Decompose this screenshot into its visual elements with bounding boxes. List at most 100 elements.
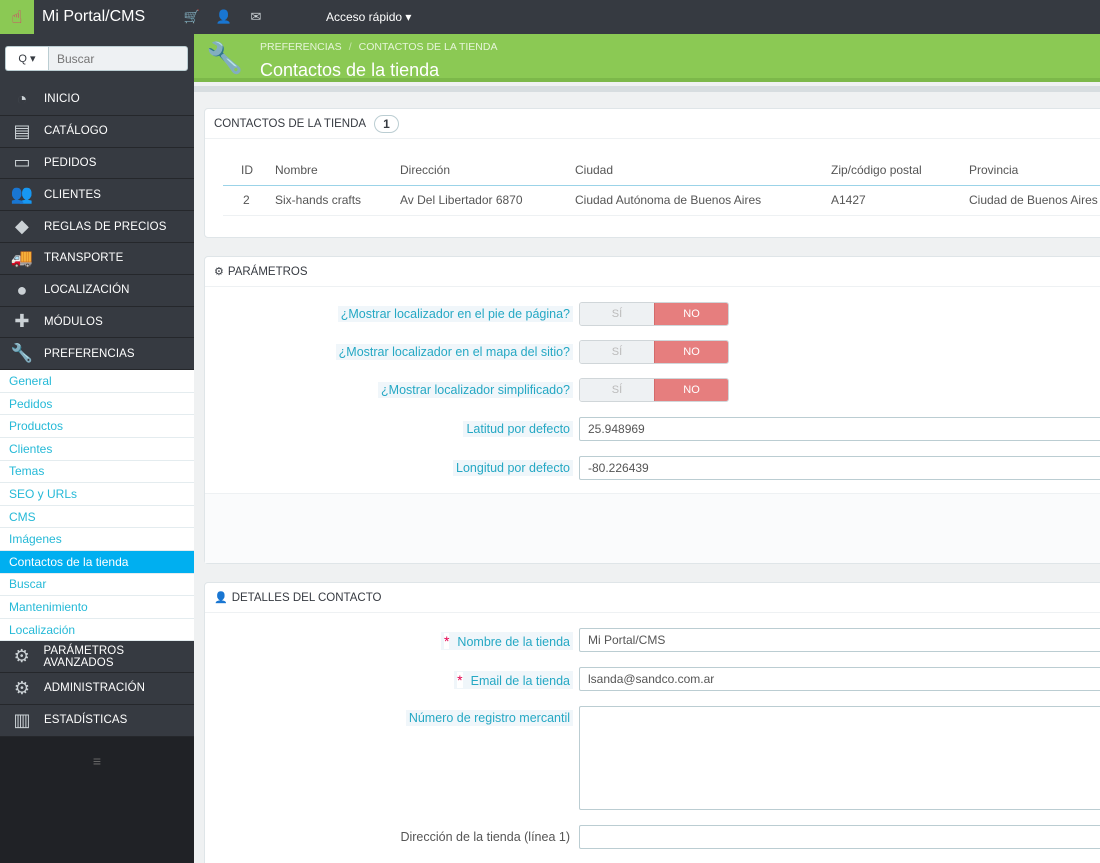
required-mark: *	[443, 633, 450, 649]
toggle-yes[interactable]: SÍ	[580, 379, 654, 401]
hand-pointer-icon: ☝	[11, 6, 23, 27]
toggle-yes[interactable]: SÍ	[580, 303, 654, 325]
nav-item-catalogo[interactable]: ▤ CATÁLOGO	[0, 115, 194, 148]
bar-chart-icon: ▥	[13, 709, 31, 730]
sitemap-locator-label: ¿Mostrar localizador en el mapa del siti…	[335, 344, 573, 360]
column-header-id[interactable]: ID	[223, 155, 275, 186]
submenu-item-pedidos[interactable]: Pedidos	[0, 393, 194, 416]
quick-access-dropdown[interactable]: Acceso rápido ▾	[326, 10, 411, 24]
submenu-item-mantenimiento[interactable]: Mantenimiento	[0, 596, 194, 619]
shop-email-input[interactable]: lsanda@sandco.com.ar	[579, 667, 1100, 691]
preferencias-submenu: General Pedidos Productos Clientes Temas…	[0, 370, 194, 642]
form-row-shop-name: * Nombre de la tienda Mi Portal/CMS	[205, 628, 1100, 652]
wrench-icon: 🔧	[206, 42, 244, 75]
search-type-button[interactable]: Q ▾	[5, 46, 48, 71]
nav-item-parametros-avanzados[interactable]: ⚙ PARÁMETROS AVANZADOS	[0, 641, 194, 674]
longitude-input[interactable]: -80.226439	[579, 456, 1100, 480]
dashboard-icon: ◔	[16, 88, 28, 109]
column-header-direccion[interactable]: Dirección	[400, 155, 575, 186]
contact-details-panel-title: DETALLES DEL CONTACTO	[231, 591, 382, 604]
column-header-nombre[interactable]: Nombre	[275, 155, 400, 186]
parameters-panel-title: PARÁMETROS	[227, 265, 308, 278]
wrench-icon: 🔧	[10, 343, 34, 364]
table-row[interactable]: 2 Six-hands crafts Av Del Libertador 687…	[223, 185, 1100, 216]
contacts-table: ID Nombre Dirección Ciudad Zip/código po…	[223, 155, 1100, 216]
top-bar: ☝ Mi Portal/CMS 🛒 👤 ✉ Acceso rápido ▾	[0, 0, 1100, 34]
submenu-item-seo-urls[interactable]: SEO y URLs	[0, 483, 194, 506]
envelope-icon[interactable]: ✉	[240, 9, 272, 25]
sitemap-locator-toggle[interactable]: SÍ NO	[579, 340, 729, 364]
simplified-locator-toggle[interactable]: SÍ NO	[579, 378, 729, 402]
form-row-shop-email: * Email de la tienda lsanda@sandco.com.ar	[205, 667, 1100, 691]
logo[interactable]: ☝	[0, 0, 34, 34]
nav-item-estadisticas[interactable]: ▥ ESTADÍSTICAS	[0, 704, 194, 737]
contact-details-panel-heading: 👤 DETALLES DEL CONTACTO	[205, 583, 1100, 613]
form-row-simplified-locator: ¿Mostrar localizador simplificado? SÍ NO	[205, 378, 1100, 402]
toggle-no[interactable]: NO	[654, 379, 728, 401]
collapse-menu-icon[interactable]: ≡	[0, 753, 194, 769]
nav-item-clientes[interactable]: 👥 CLIENTES	[0, 179, 194, 212]
user-icon: 👤	[214, 592, 228, 604]
user-icon[interactable]: 👤	[208, 9, 240, 25]
sidebar-search: Q ▾	[0, 34, 194, 84]
cell-zip: A1427	[831, 185, 969, 216]
submenu-item-localizacion[interactable]: Localización	[0, 619, 194, 642]
footer-locator-toggle[interactable]: SÍ NO	[579, 302, 729, 326]
header-divider	[194, 86, 1100, 92]
nav-item-preferencias[interactable]: 🔧 PREFERENCIAS	[0, 338, 194, 371]
submenu-item-contactos[interactable]: Contactos de la tienda	[0, 550, 194, 574]
toggle-yes[interactable]: SÍ	[580, 341, 654, 363]
credit-card-icon: ▭	[13, 152, 31, 173]
address1-input[interactable]	[579, 825, 1100, 849]
cart-icon[interactable]: 🛒	[176, 9, 208, 25]
page-header: 🔧 PREFERENCIAS / CONTACTOS DE LA TIENDA Co…	[194, 34, 1100, 82]
shop-name-input[interactable]: Mi Portal/CMS	[579, 628, 1100, 652]
submenu-item-clientes[interactable]: Clientes	[0, 438, 194, 461]
latitude-label: Latitud por defecto	[463, 421, 573, 437]
nav-item-administracion[interactable]: ⚙ ADMINISTRACIÓN	[0, 673, 194, 705]
truck-icon: 🚚	[10, 247, 34, 268]
form-row-footer-locator: ¿Mostrar localizador en el pie de página…	[205, 302, 1100, 326]
breadcrumb-preferencias[interactable]: PREFERENCIAS	[260, 41, 342, 53]
registration-textarea[interactable]	[579, 706, 1100, 810]
column-header-provincia[interactable]: Provincia	[969, 155, 1100, 186]
tags-icon: ◆	[15, 216, 29, 237]
required-mark: *	[457, 672, 463, 688]
toggle-no[interactable]: NO	[654, 303, 728, 325]
breadcrumb-contactos[interactable]: CONTACTOS DE LA TIENDA	[359, 41, 498, 53]
form-row-sitemap-locator: ¿Mostrar localizador en el mapa del siti…	[205, 340, 1100, 364]
address1-label: Dirección de la tienda (línea 1)	[400, 830, 570, 844]
submenu-item-imagenes[interactable]: Imágenes	[0, 528, 194, 551]
cell-provincia: Ciudad de Buenos Aires	[969, 185, 1100, 216]
submenu-item-temas[interactable]: Temas	[0, 461, 194, 484]
cogs-icon: ⚙	[214, 266, 224, 278]
registration-label: Número de registro mercantil	[405, 710, 573, 726]
submenu-item-cms[interactable]: CMS	[0, 506, 194, 529]
nav-item-reglas-precios[interactable]: ◆ REGLAS DE PRECIOS	[0, 211, 194, 243]
table-header-row: ID Nombre Dirección Ciudad Zip/código po…	[223, 155, 1100, 186]
search-icon: Q ▾	[18, 53, 36, 65]
nav-item-inicio[interactable]: ◔ INICIO	[0, 84, 194, 116]
sidebar: Q ▾ ◔INICIO ▤CATÁLOGO ▭PEDIDOS 👥CLIENTES…	[0, 34, 194, 863]
contact-details-panel: 👤 DETALLES DEL CONTACTO * Nombre de la ti…	[204, 582, 1100, 863]
toggle-no[interactable]: NO	[654, 341, 728, 363]
nav-item-modulos[interactable]: ✚ MÓDULOS	[0, 306, 194, 339]
latitude-input[interactable]: 25.948969	[579, 417, 1100, 441]
puzzle-icon: ✚	[14, 311, 30, 332]
cell-ciudad: Ciudad Autónoma de Buenos Aires	[575, 185, 831, 216]
brand-name[interactable]: Mi Portal/CMS	[34, 8, 176, 26]
form-row-address1: Dirección de la tienda (línea 1)	[205, 825, 1100, 849]
globe-icon: ●	[16, 279, 28, 300]
column-header-zip[interactable]: Zip/código postal	[831, 155, 969, 186]
breadcrumb-separator: /	[348, 41, 352, 53]
nav-item-pedidos[interactable]: ▭ PEDIDOS	[0, 147, 194, 180]
submenu-item-general[interactable]: General	[0, 370, 194, 393]
nav-item-transporte[interactable]: 🚚 TRANSPORTE	[0, 242, 194, 275]
search-input[interactable]	[48, 46, 188, 71]
submenu-item-productos[interactable]: Productos	[0, 415, 194, 438]
nav-item-localizacion[interactable]: ● LOCALIZACIÓN	[0, 274, 194, 307]
parameters-panel: ⚙ PARÁMETROS ¿Mostrar localizador en el …	[204, 256, 1100, 564]
cell-nombre: Six-hands crafts	[275, 185, 400, 216]
submenu-item-buscar[interactable]: Buscar	[0, 574, 194, 597]
column-header-ciudad[interactable]: Ciudad	[575, 155, 831, 186]
